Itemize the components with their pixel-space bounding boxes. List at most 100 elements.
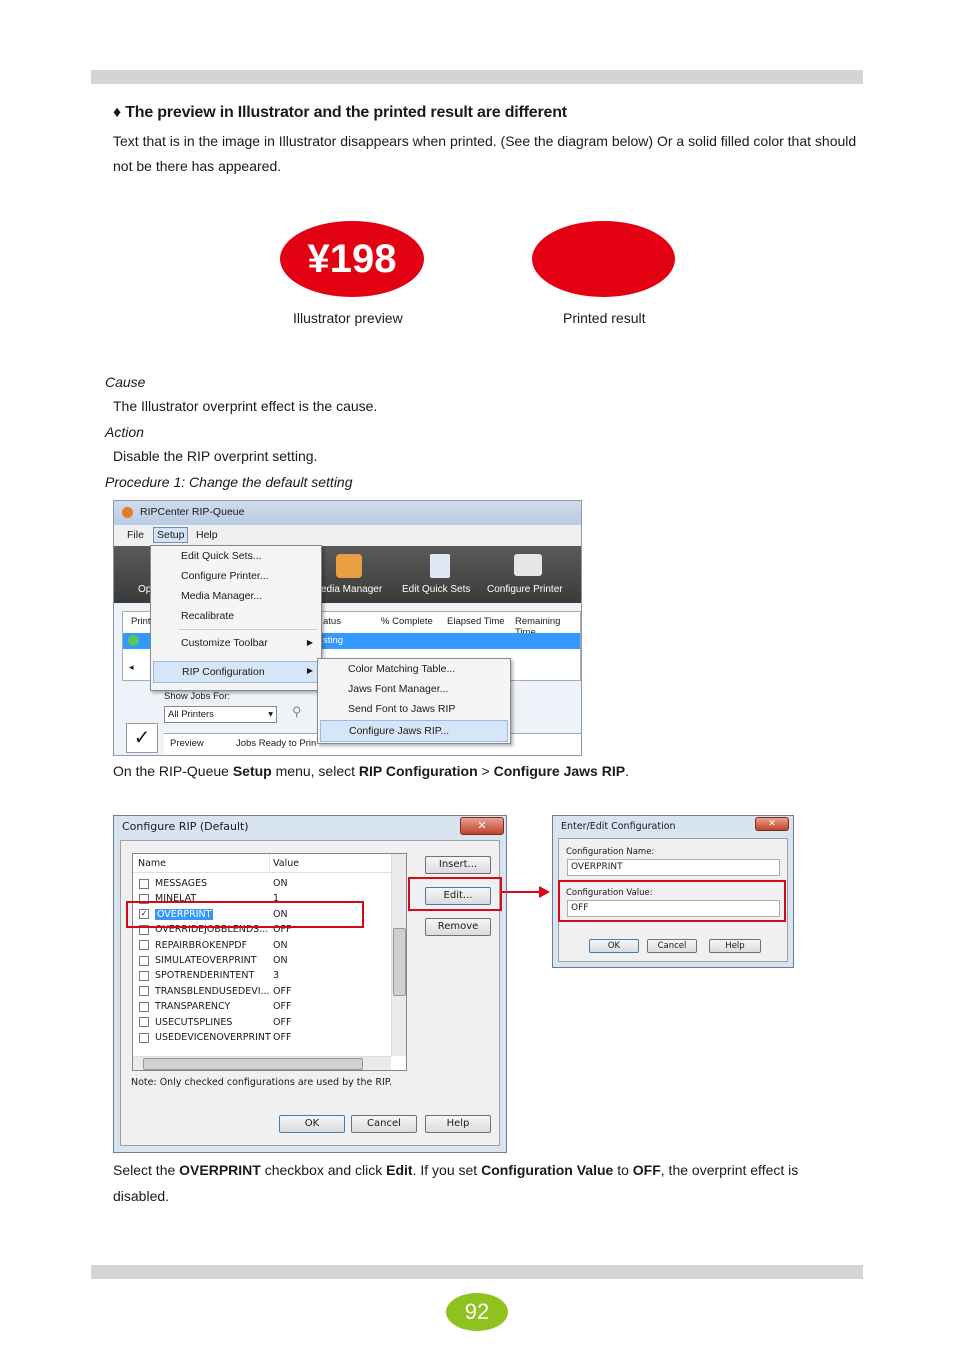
config-row[interactable]: REPAIRBROKENPDF ON bbox=[133, 938, 391, 953]
submenu-color-matching[interactable]: Color Matching Table... bbox=[318, 659, 510, 679]
col-print: Print bbox=[131, 616, 151, 627]
insert-button[interactable]: Insert... bbox=[425, 856, 491, 874]
menu-item-customize-toolbar[interactable]: Customize Toolbar bbox=[151, 633, 321, 653]
config-row[interactable]: USECUTSPLINES OFF bbox=[133, 1015, 391, 1030]
horizontal-scrollbar[interactable] bbox=[133, 1056, 391, 1070]
section-heading: ♦ The preview in Illustrator and the pri… bbox=[113, 104, 567, 121]
cancel-button[interactable]: Cancel bbox=[351, 1115, 417, 1133]
vertical-scrollbar[interactable] bbox=[391, 854, 406, 1056]
config-checkbox[interactable] bbox=[139, 878, 149, 889]
config-checkbox[interactable] bbox=[139, 940, 149, 951]
step2-edit: Edit bbox=[386, 1162, 413, 1178]
config-row[interactable]: MESSAGES ON bbox=[133, 876, 391, 891]
ok-button[interactable]: OK bbox=[589, 939, 639, 953]
config-checkbox[interactable] bbox=[139, 955, 149, 966]
config-name: SPOTRENDERINTENT bbox=[155, 970, 255, 982]
cancel-button[interactable]: Cancel bbox=[647, 939, 697, 953]
submenu-send-font[interactable]: Send Font to Jaws RIP bbox=[318, 699, 510, 719]
step1-text: . bbox=[625, 763, 629, 779]
config-value: OFF bbox=[273, 985, 292, 997]
cause-label: Cause bbox=[105, 374, 146, 390]
tab-preview[interactable]: Preview bbox=[170, 738, 204, 749]
toolbar-media-manager[interactable]: edia Manager bbox=[321, 584, 382, 595]
toolbar-edit-quick-sets[interactable]: Edit Quick Sets bbox=[402, 584, 470, 595]
job-status-cell: sting bbox=[323, 635, 344, 646]
config-row[interactable]: USEDEVICENOVERPRINT OFF bbox=[133, 1030, 391, 1045]
config-row[interactable]: SPOTRENDERINTENT 3 bbox=[133, 968, 391, 983]
ok-button[interactable]: OK bbox=[279, 1115, 345, 1133]
col-divider bbox=[269, 854, 270, 872]
scrollbar-thumb[interactable] bbox=[393, 928, 406, 996]
step1-configure-jaws: Configure Jaws RIP bbox=[493, 763, 626, 779]
config-checkbox[interactable] bbox=[139, 970, 149, 981]
step2-text: Select the bbox=[113, 1162, 180, 1178]
config-name-field[interactable]: OVERPRINT bbox=[567, 859, 780, 876]
step2-config-value: Configuration Value bbox=[481, 1162, 614, 1178]
config-row[interactable]: TRANSBLENDUSEDEVI... OFF bbox=[133, 984, 391, 999]
menu-item-rip-configuration[interactable]: RIP Configuration bbox=[153, 661, 319, 683]
header-rule bbox=[91, 70, 863, 84]
config-row[interactable]: TRANSPARENCY OFF bbox=[133, 999, 391, 1014]
procedure-label: Procedure 1: Change the default setting bbox=[105, 474, 353, 490]
preview-price-badge: ¥198 bbox=[280, 221, 424, 297]
tab-jobs-ready[interactable]: Jobs Ready to Prin bbox=[236, 738, 316, 749]
menu-setup[interactable]: Setup bbox=[153, 527, 189, 543]
step1-text: > bbox=[477, 763, 494, 779]
search-icon[interactable]: ⚲ bbox=[292, 704, 302, 720]
checkmark-icon: ✓ bbox=[126, 723, 158, 753]
config-name: SIMULATEOVERPRINT bbox=[155, 955, 257, 966]
rip-config-submenu: Color Matching Table... Jaws Font Manage… bbox=[317, 658, 511, 744]
config-checkbox[interactable] bbox=[139, 1017, 149, 1028]
step2-off: OFF bbox=[632, 1162, 661, 1178]
app-icon bbox=[122, 507, 133, 518]
toolbar-configure-printer[interactable]: Configure Printer bbox=[487, 584, 563, 595]
scroll-left-arrow-icon[interactable]: ◂ bbox=[129, 662, 134, 673]
step2-text: checkbox and click bbox=[260, 1162, 387, 1178]
menu-item-recalibrate[interactable]: Recalibrate bbox=[151, 606, 321, 626]
help-button[interactable]: Help bbox=[709, 939, 761, 953]
col-status: atus bbox=[323, 616, 341, 627]
menu-help[interactable]: Help bbox=[196, 529, 218, 541]
submenu-arrow-icon: ▶ bbox=[306, 666, 313, 675]
remove-button[interactable]: Remove bbox=[425, 918, 491, 936]
config-value: ON bbox=[273, 955, 288, 966]
config-checkbox[interactable] bbox=[139, 1032, 149, 1043]
printers-select[interactable]: All Printers ▾ bbox=[164, 706, 277, 723]
config-name: USECUTSPLINES bbox=[155, 1016, 233, 1028]
arrow-right-icon bbox=[539, 886, 550, 898]
config-note: Note: Only checked configurations are us… bbox=[131, 1077, 393, 1088]
config-checkbox[interactable] bbox=[139, 1001, 149, 1012]
config-name: TRANSBLENDUSEDEVI... bbox=[155, 985, 270, 997]
rip-queue-title: RIPCenter RIP-Queue bbox=[140, 506, 245, 518]
overprint-highlight bbox=[126, 901, 364, 928]
config-row[interactable]: SIMULATEOVERPRINT ON bbox=[133, 953, 391, 968]
col-value: Value bbox=[273, 858, 300, 869]
step1-text: On the RIP-Queue bbox=[113, 763, 233, 779]
step2-text: to bbox=[613, 1162, 633, 1178]
printer-icon bbox=[514, 554, 542, 576]
setup-menu: Edit Quick Sets... Configure Printer... … bbox=[150, 545, 322, 691]
status-dot-icon bbox=[128, 635, 139, 646]
config-list: Name Value MESSAGES ON MINELAT 1 ✓ OVERPRINT O… bbox=[132, 853, 407, 1071]
rip-queue-titlebar: RIPCenter RIP-Queue bbox=[114, 501, 581, 525]
menu-item-media-manager[interactable]: Media Manager... bbox=[151, 586, 321, 606]
config-checkbox[interactable] bbox=[139, 986, 149, 997]
hscroll-thumb[interactable] bbox=[143, 1058, 363, 1070]
menu-item-configure-printer[interactable]: Configure Printer... bbox=[151, 566, 321, 586]
step1-setup: Setup bbox=[232, 763, 272, 779]
close-icon[interactable]: ✕ bbox=[460, 817, 504, 835]
cause-text: The Illustrator overprint effect is the … bbox=[113, 398, 378, 414]
show-jobs-label: Show Jobs For: bbox=[164, 691, 230, 702]
close-icon[interactable]: ✕ bbox=[755, 817, 789, 831]
menu-file[interactable]: File bbox=[127, 529, 144, 541]
submenu-jaws-font-manager[interactable]: Jaws Font Manager... bbox=[318, 679, 510, 699]
preview-caption: Illustrator preview bbox=[293, 310, 403, 326]
help-button[interactable]: Help bbox=[425, 1115, 491, 1133]
config-name: USEDEVICENOVERPRINT bbox=[155, 1032, 271, 1043]
action-text: Disable the RIP overprint setting. bbox=[113, 448, 318, 464]
submenu-configure-jaws-rip[interactable]: Configure Jaws RIP... bbox=[320, 720, 508, 742]
media-manager-icon bbox=[336, 554, 362, 578]
config-list-header: Name Value bbox=[133, 854, 391, 873]
menu-item-edit-quick-sets[interactable]: Edit Quick Sets... bbox=[151, 546, 321, 566]
footer-rule bbox=[91, 1265, 863, 1279]
